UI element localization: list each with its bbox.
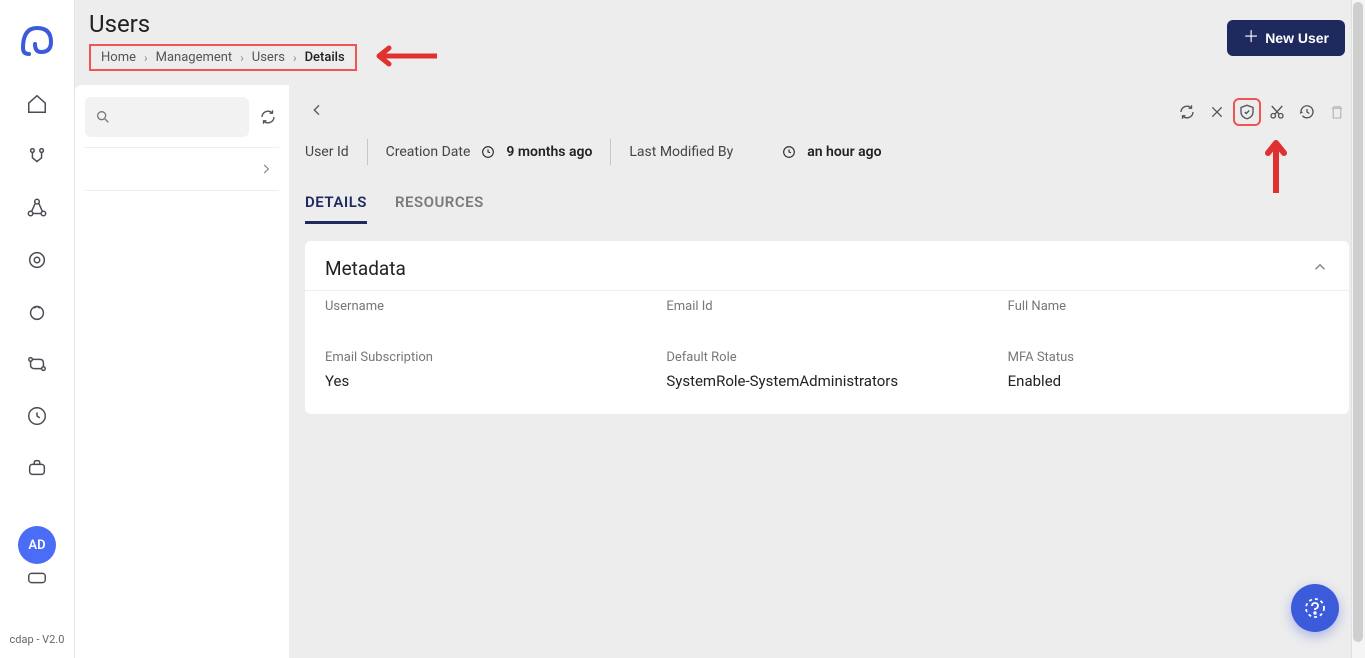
meta-label: Email Subscription	[325, 350, 646, 365]
avatar-initials: AD	[28, 538, 45, 553]
meta-username: Username	[325, 299, 646, 320]
list-item[interactable]	[85, 147, 279, 191]
home-icon[interactable]	[23, 90, 51, 118]
metadata-card: Metadata Username Email Id	[305, 241, 1349, 414]
user-id-label: User Id	[305, 144, 349, 160]
header: Users Home › Management › Users › Detail…	[75, 0, 1365, 71]
refresh-list-button[interactable]	[257, 106, 279, 128]
action-toolbar	[1175, 100, 1349, 124]
info-row: User Id Creation Date 9 months ago Last …	[305, 139, 1349, 175]
shield-button[interactable]	[1235, 100, 1259, 124]
rail-icons: AD	[18, 90, 56, 564]
history-button[interactable]	[1295, 100, 1319, 124]
globe-icon[interactable]	[23, 298, 51, 326]
new-user-button[interactable]: ＋ New User	[1227, 20, 1345, 56]
crumb-management[interactable]: Management	[156, 50, 233, 65]
creation-date-value: 9 months ago	[506, 144, 592, 160]
details-panel: User Id Creation Date 9 months ago Last …	[289, 85, 1365, 658]
main: Users Home › Management › Users › Detail…	[75, 0, 1365, 658]
crumb-details: Details	[305, 50, 345, 65]
meta-value: Yes	[325, 372, 349, 390]
chevron-right-icon: ›	[240, 51, 244, 65]
clock-icon	[781, 144, 797, 160]
cut-button[interactable]	[1265, 100, 1289, 124]
tabs: DETAILS RESOURCES	[305, 193, 1349, 225]
meta-label: Email Id	[666, 299, 987, 314]
meta-label: MFA Status	[1008, 350, 1329, 365]
meta-mfa: MFA Status Enabled	[1008, 350, 1329, 390]
chevron-right-icon: ›	[144, 51, 148, 65]
meta-label: Default Role	[666, 350, 987, 365]
crumb-home[interactable]: Home	[101, 50, 136, 65]
meta-email: Email Id	[666, 299, 987, 320]
meta-value: Enabled	[1008, 372, 1061, 390]
app-logo	[15, 16, 59, 60]
breadcrumb: Home › Management › Users › Details	[89, 44, 357, 71]
clock-icon	[480, 144, 496, 160]
briefcase-icon[interactable]	[23, 454, 51, 482]
left-rail: AD cdap - V2.0	[0, 0, 75, 658]
new-user-label: New User	[1265, 30, 1329, 46]
annotation-arrow-left	[367, 45, 437, 71]
nodes-icon[interactable]	[23, 194, 51, 222]
scrollbar-thumb[interactable]	[1353, 2, 1363, 642]
creation-date-label: Creation Date	[386, 144, 471, 160]
avatar[interactable]: AD	[18, 526, 56, 564]
meta-label: Full Name	[1008, 299, 1329, 314]
delete-button[interactable]	[1325, 100, 1349, 124]
meta-fullname: Full Name	[1008, 299, 1329, 320]
search-box[interactable]	[85, 97, 249, 137]
search-icon	[95, 108, 111, 126]
modified-by-label: Last Modified By	[629, 144, 733, 160]
crumb-users[interactable]: Users	[252, 50, 285, 65]
scrollbar[interactable]	[1351, 0, 1365, 658]
body-row: User Id Creation Date 9 months ago Last …	[75, 85, 1365, 658]
chevron-right-icon: ›	[293, 51, 297, 65]
close-button[interactable]	[1205, 100, 1229, 124]
clock-icon[interactable]	[23, 402, 51, 430]
modified-value: an hour ago	[807, 144, 881, 160]
back-button[interactable]	[305, 98, 329, 126]
version-label: cdap - V2.0	[10, 633, 65, 646]
tab-details[interactable]: DETAILS	[305, 193, 367, 224]
collapse-icon[interactable]	[23, 572, 51, 588]
filter-icon[interactable]	[23, 142, 51, 170]
meta-label: Username	[325, 299, 646, 314]
search-input[interactable]	[111, 109, 239, 125]
tab-resources[interactable]: RESOURCES	[395, 193, 484, 224]
refresh-button[interactable]	[1175, 100, 1199, 124]
list-panel	[75, 85, 289, 658]
gear-icon[interactable]	[23, 246, 51, 274]
card-title: Metadata	[325, 257, 406, 280]
flow-icon[interactable]	[23, 350, 51, 378]
annotation-arrow-up	[1265, 133, 1287, 197]
meta-value: SystemRole-SystemAdministrators	[666, 372, 898, 390]
page-title: Users	[89, 10, 427, 38]
collapse-button[interactable]	[1311, 258, 1329, 280]
meta-role: Default Role SystemRole-SystemAdministra…	[666, 350, 987, 390]
chevron-right-icon	[259, 162, 273, 176]
help-fab[interactable]	[1291, 584, 1339, 632]
meta-emailsub: Email Subscription Yes	[325, 350, 646, 390]
